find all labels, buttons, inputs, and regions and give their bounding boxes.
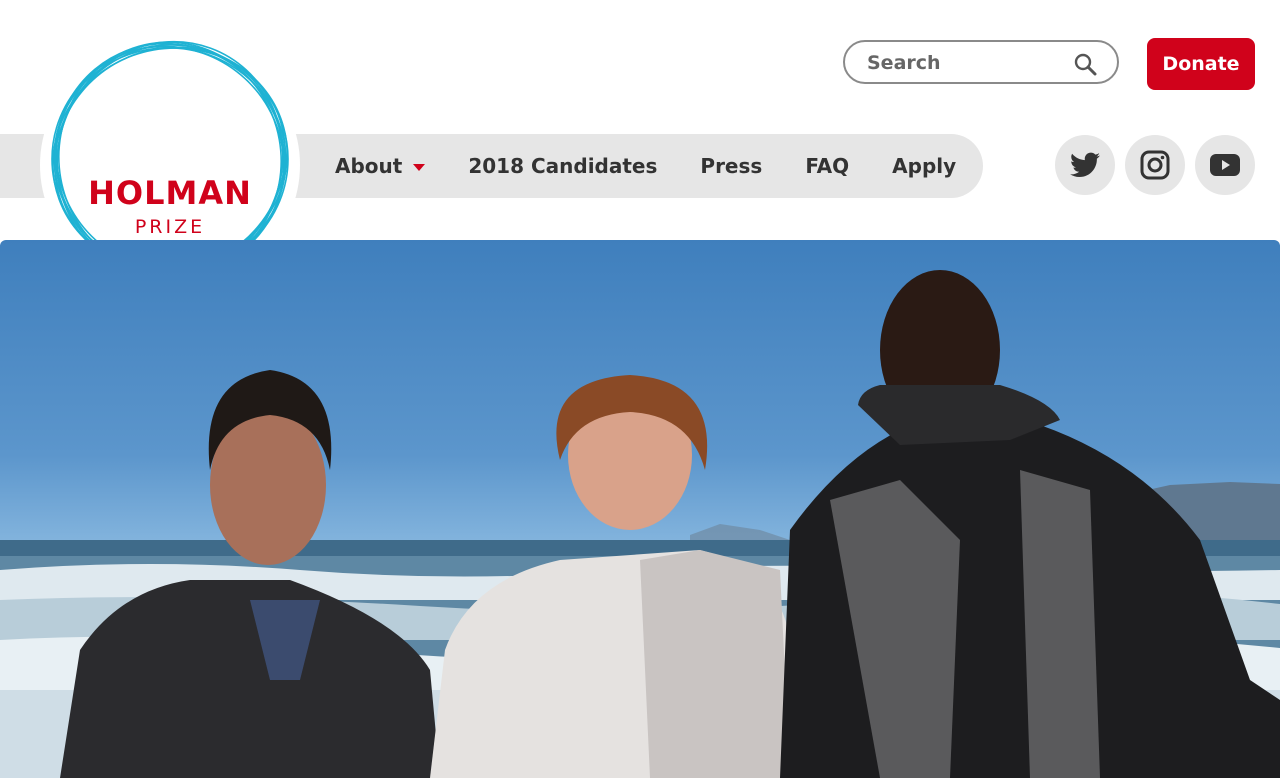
nav-item-label: 2018 Candidates xyxy=(468,154,658,178)
nav-item-label: Press xyxy=(700,154,763,178)
instagram-link[interactable] xyxy=(1125,135,1185,195)
logo-subtitle: PRIZE xyxy=(134,216,206,238)
search-icon[interactable] xyxy=(1073,52,1097,81)
search-box[interactable] xyxy=(843,40,1119,84)
nav-item-press[interactable]: Press xyxy=(700,134,762,198)
nav-item-apply[interactable]: Apply xyxy=(892,134,956,198)
hero-image xyxy=(0,240,1280,778)
nav-item-label: FAQ xyxy=(805,154,850,178)
nav-item-label: About xyxy=(335,154,403,178)
beach-group-photo xyxy=(0,270,1280,778)
nav-item-label: Apply xyxy=(892,154,957,178)
twitter-icon xyxy=(1070,152,1100,177)
nav-item-about[interactable]: About xyxy=(335,134,426,198)
youtube-link[interactable] xyxy=(1195,135,1255,195)
youtube-icon xyxy=(1210,154,1240,176)
search-input[interactable] xyxy=(865,42,1069,84)
caret-down-icon xyxy=(413,163,426,171)
logo-title: HOLMAN xyxy=(88,174,252,212)
nav-item-faq[interactable]: FAQ xyxy=(805,134,849,198)
instagram-icon xyxy=(1140,150,1170,180)
nav-item-2018-candidates[interactable]: 2018 Candidates xyxy=(468,134,657,198)
main-nav: About 2018 Candidates Press FAQ Apply xyxy=(335,134,999,198)
twitter-link[interactable] xyxy=(1055,135,1115,195)
donate-button[interactable]: Donate xyxy=(1147,38,1255,90)
